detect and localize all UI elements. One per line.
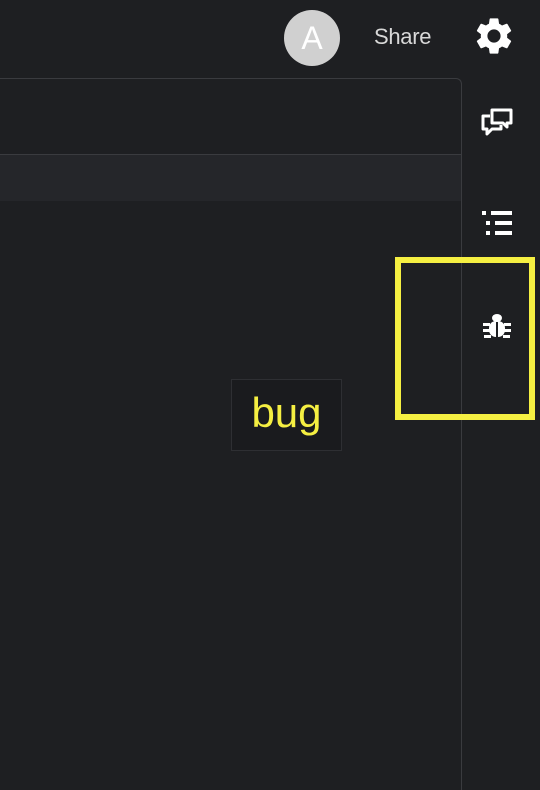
list-icon[interactable] <box>480 206 514 240</box>
gear-icon[interactable] <box>472 14 516 58</box>
app-window: A Share bug <box>0 0 540 790</box>
avatar[interactable]: A <box>284 10 340 66</box>
highlight-box <box>395 257 535 420</box>
share-button[interactable]: Share <box>374 24 432 50</box>
avatar-initial: A <box>301 20 323 56</box>
tooltip-text: bug <box>251 389 322 436</box>
panel-subbar <box>0 155 461 201</box>
tooltip: bug <box>231 379 342 451</box>
panel-header <box>0 79 461 155</box>
chat-bubbles-icon[interactable] <box>480 106 514 138</box>
